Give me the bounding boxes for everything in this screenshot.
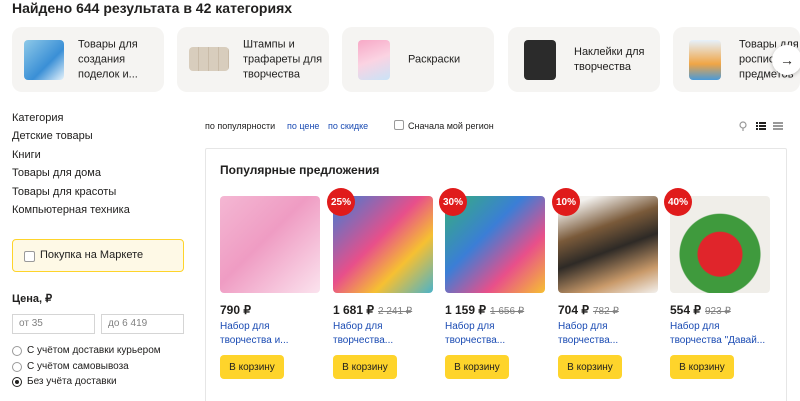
price-filter-title: Цена, ₽ [12, 293, 53, 305]
list-view-icon[interactable] [756, 121, 766, 131]
product-name-link[interactable]: Набор для творчества... [333, 320, 433, 348]
add-to-cart-button[interactable]: В корзину [670, 355, 734, 379]
carousel-next-arrow-icon[interactable]: → [772, 45, 800, 75]
add-to-cart-button[interactable]: В корзину [558, 355, 622, 379]
sidebar-link-home[interactable]: Товары для дома [12, 167, 101, 179]
old-price: 782 ₽ [593, 306, 619, 317]
grid-view-icon[interactable] [773, 121, 783, 131]
old-price: 923 ₽ [705, 306, 731, 317]
delivery-option-label: С учётом самовывоза [27, 361, 129, 372]
product-price: 790 ₽ [220, 303, 251, 317]
category-thumbnail [358, 40, 390, 80]
category-thumbnail [524, 40, 556, 80]
category-card-stickers[interactable]: Наклейки для творчества [508, 27, 660, 92]
product-name-link[interactable]: Набор для творчества "Давай... [670, 320, 770, 348]
price-from-input[interactable]: от 35 [12, 314, 95, 334]
delivery-option-pickup[interactable]: С учётом самовывоза [12, 361, 129, 372]
product-name-link[interactable]: Набор для творчества... [445, 320, 545, 348]
sort-popularity[interactable]: по популярности [205, 121, 275, 131]
results-title: Найдено 644 результата в 42 категориях [12, 0, 293, 16]
sidebar-link-kids[interactable]: Детские товары [12, 130, 93, 142]
category-label: Штампы и трафареты для творчества [243, 38, 323, 80]
region-checkbox-label: Сначала мой регион [408, 121, 494, 131]
delivery-option-label: С учётом доставки курьером [27, 345, 161, 356]
category-card-crafts[interactable]: Товары для создания поделок и... [12, 27, 164, 92]
product-image[interactable] [220, 196, 320, 293]
category-card-coloring[interactable]: Раскраски [342, 27, 494, 92]
product-price: 1 159 ₽1 656 ₽ [445, 303, 525, 317]
delivery-option-none[interactable]: Без учёта доставки [12, 376, 117, 387]
category-card-stamps[interactable]: Штампы и трафареты для творчества [177, 27, 329, 92]
add-to-cart-button[interactable]: В корзину [333, 355, 397, 379]
delivery-option-courier[interactable]: С учётом доставки курьером [12, 345, 161, 356]
radio-button-selected[interactable] [12, 376, 22, 387]
discount-badge: 25% [327, 188, 355, 216]
market-purchase-filter[interactable]: Покупка на Маркете [12, 239, 184, 272]
sort-price[interactable]: по цене [287, 121, 319, 131]
category-thumbnail [24, 40, 64, 80]
market-checkbox[interactable] [24, 251, 35, 262]
category-thumbnail [689, 40, 721, 80]
category-label: Наклейки для творчества [574, 45, 645, 73]
sort-discount[interactable]: по скидке [328, 121, 368, 131]
product-price: 1 681 ₽2 241 ₽ [333, 303, 413, 317]
radio-button[interactable] [12, 345, 22, 356]
add-to-cart-button[interactable]: В корзину [220, 355, 284, 379]
sidebar-link-computers[interactable]: Компьютерная техника [12, 204, 130, 216]
old-price: 1 656 ₽ [490, 306, 525, 317]
map-pin-icon[interactable] [738, 121, 748, 131]
market-checkbox-label: Покупка на Маркете [40, 249, 144, 261]
discount-badge: 30% [439, 188, 467, 216]
popular-offers-title: Популярные предложения [220, 163, 380, 177]
product-price: 554 ₽923 ₽ [670, 303, 731, 317]
region-checkbox[interactable] [394, 120, 404, 130]
price-to-input[interactable]: до 6 419 [101, 314, 184, 334]
product-price: 704 ₽782 ₽ [558, 303, 619, 317]
category-label: Товары для создания поделок и... [78, 38, 138, 80]
discount-badge: 40% [664, 188, 692, 216]
old-price: 2 241 ₽ [378, 306, 413, 317]
category-label: Раскраски [408, 53, 461, 65]
sidebar-link-books[interactable]: Книги [12, 149, 41, 161]
category-thumbnail [189, 47, 229, 71]
add-to-cart-button[interactable]: В корзину [445, 355, 509, 379]
category-heading: Категория [12, 112, 64, 124]
discount-badge: 10% [552, 188, 580, 216]
product-name-link[interactable]: Набор для творчества... [558, 320, 658, 348]
product-name-link[interactable]: Набор для творчества и... [220, 320, 320, 348]
radio-button[interactable] [12, 361, 22, 372]
sidebar-link-beauty[interactable]: Товары для красоты [12, 186, 116, 198]
delivery-option-label: Без учёта доставки [27, 376, 117, 387]
